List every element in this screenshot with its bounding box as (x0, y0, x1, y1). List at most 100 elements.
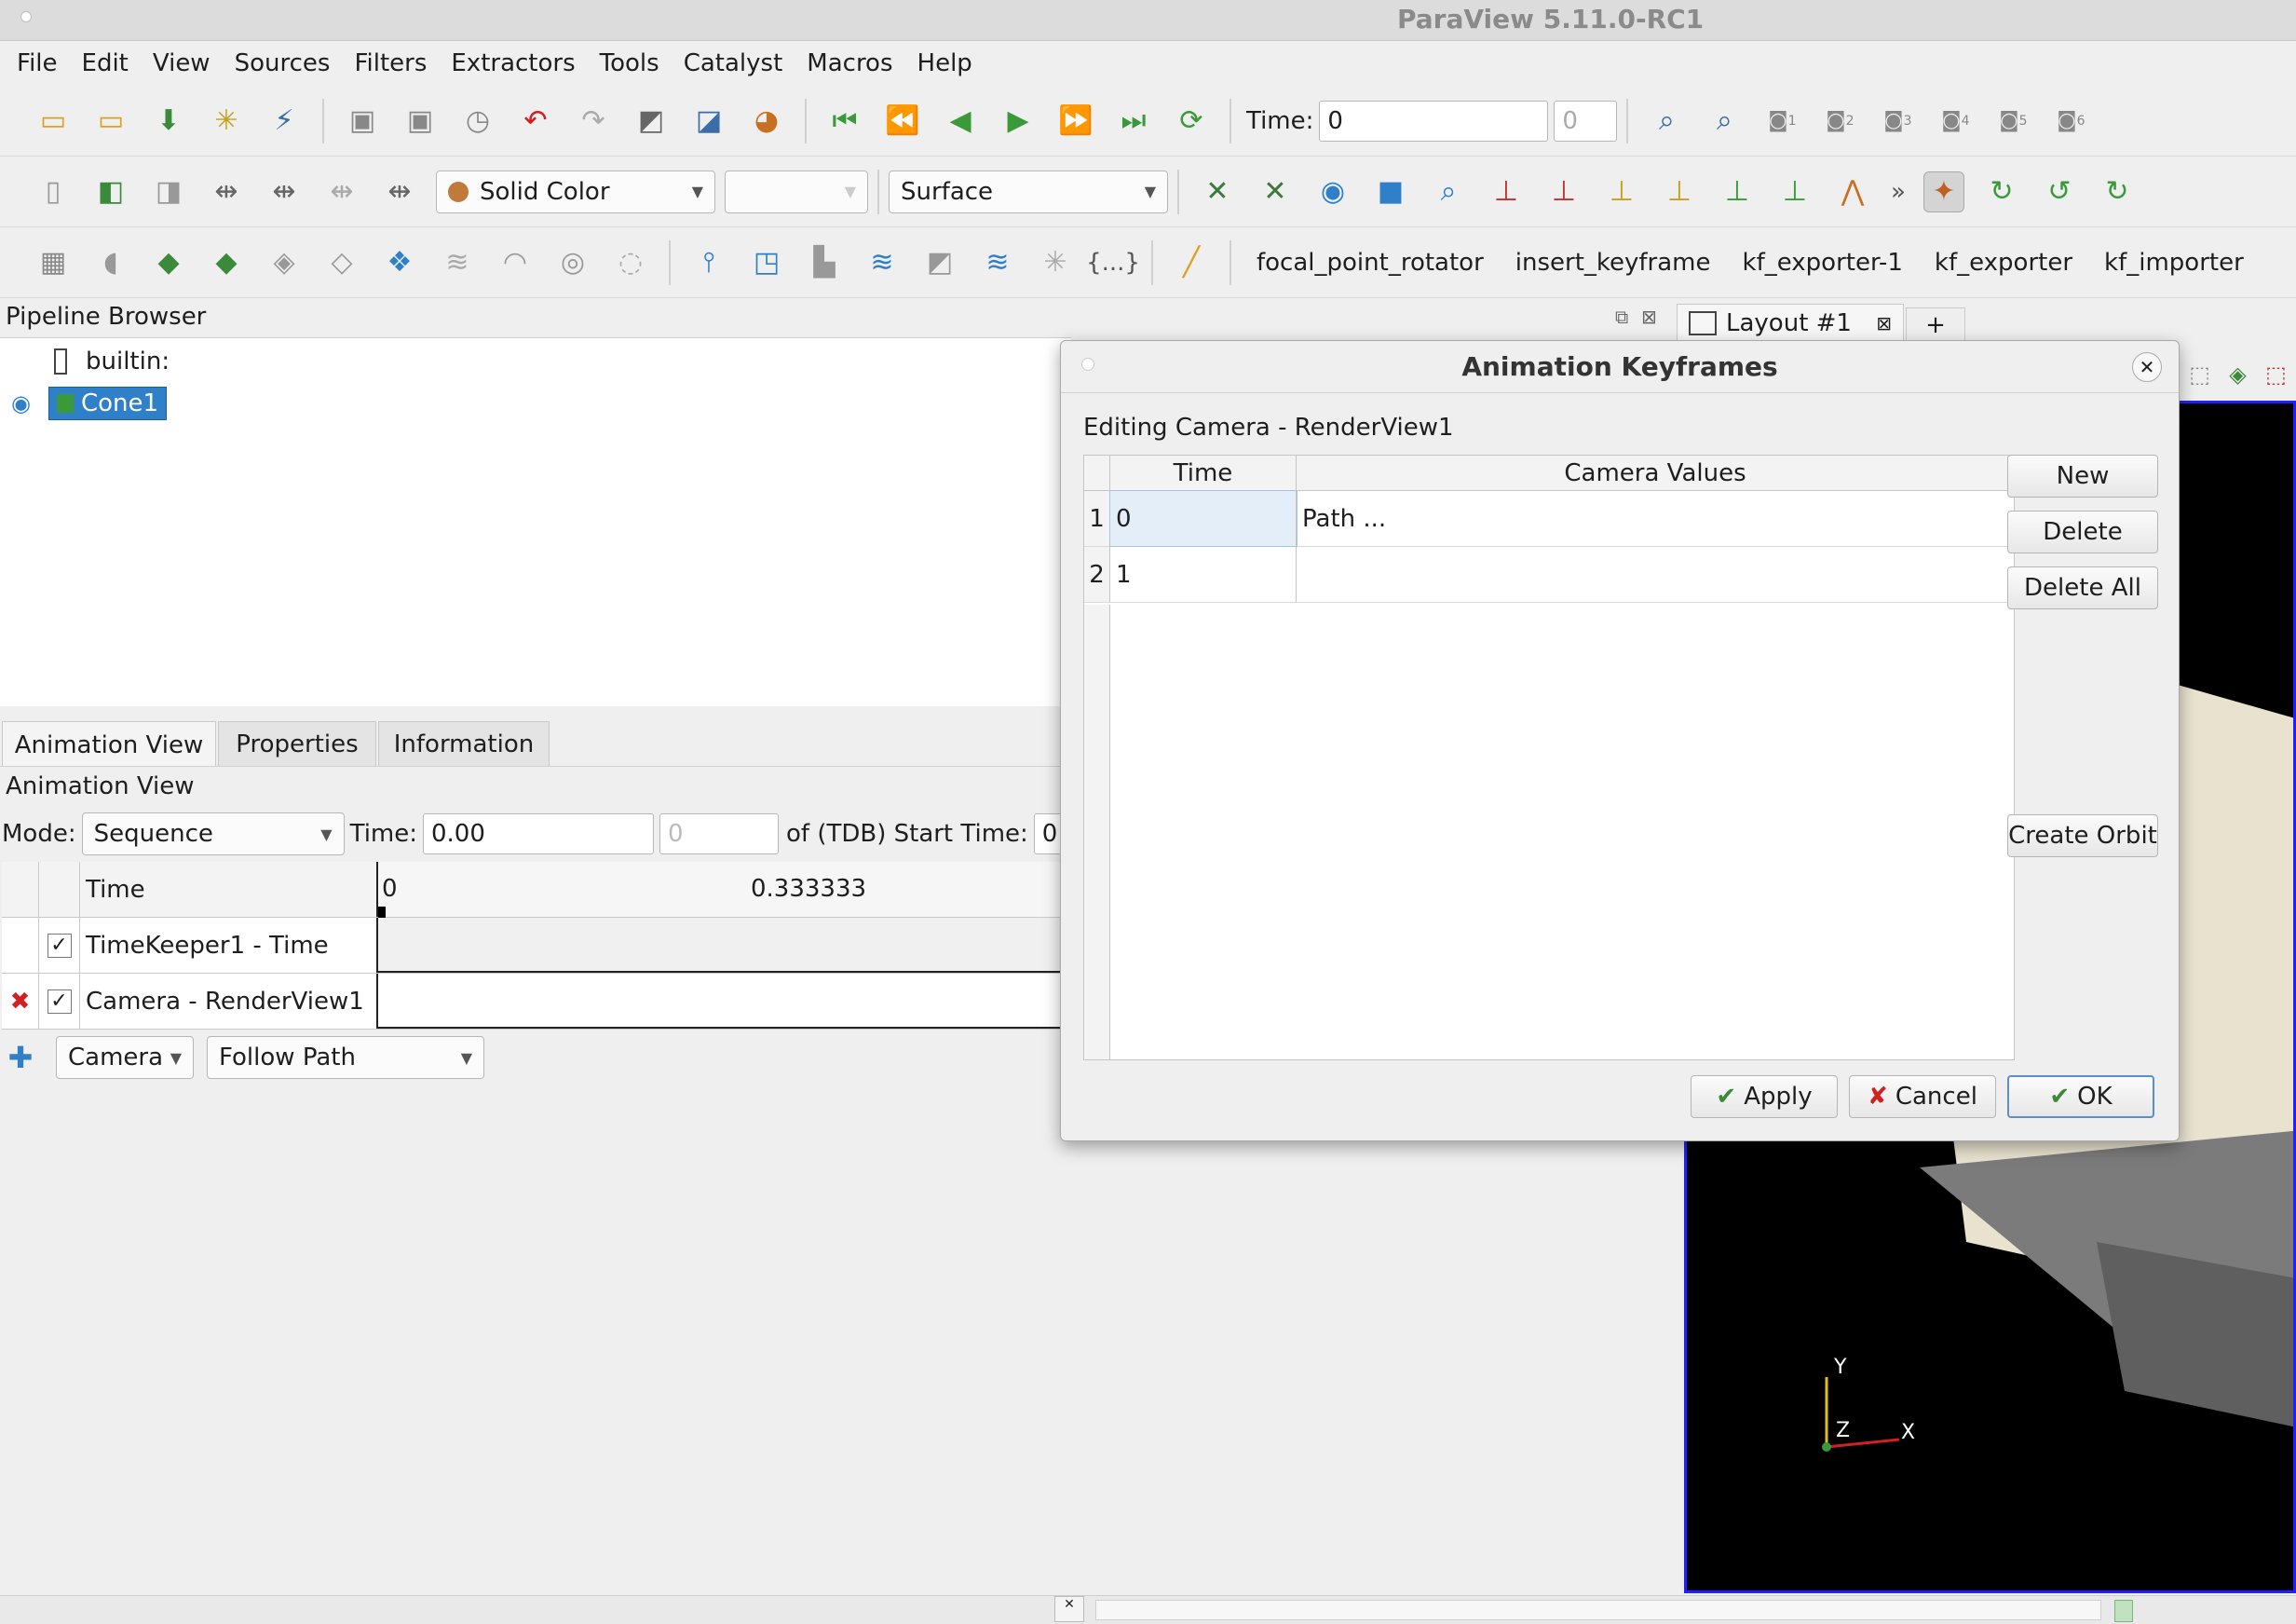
rescale-temporal-icon[interactable]: ⇹ (379, 171, 420, 212)
keyframe-row[interactable]: 1 0 Path ... (1084, 490, 2014, 547)
track-property-dropdown[interactable]: Follow Path ▼ (207, 1036, 484, 1079)
component-dropdown[interactable]: ▼ (725, 170, 868, 213)
redo-icon[interactable]: ↷ (573, 101, 614, 142)
menu-edit[interactable]: Edit (82, 49, 129, 77)
extract-level-icon[interactable]: ◌ (610, 242, 651, 283)
create-orbit-button[interactable]: Create Orbit (2007, 814, 2158, 857)
view-minus-y-icon[interactable]: ⊥ (1659, 171, 1700, 212)
tab-properties[interactable]: Properties (218, 721, 376, 768)
palette-icon[interactable]: ◕ (746, 101, 787, 142)
camera-redo-icon[interactable]: ◪ (688, 101, 729, 142)
close-tab-icon[interactable]: ⊠ (1876, 312, 1892, 334)
plot-data-icon[interactable]: ≋ (977, 242, 1018, 283)
track-timeline[interactable] (378, 974, 1064, 1029)
probe-icon[interactable]: ⫯ (688, 242, 729, 283)
view-plus-y-icon[interactable]: ⊥ (1601, 171, 1642, 212)
open-folder-icon[interactable]: ▭ (33, 101, 74, 142)
representation-dropdown[interactable]: Surface ▼ (889, 170, 1168, 213)
camera-undo-icon[interactable]: ◩ (631, 101, 672, 142)
camera-position-3-icon[interactable]: ◙ 3 (1877, 101, 1918, 142)
camera-position-6-icon[interactable]: ◙ 6 (2050, 101, 2091, 142)
warp-icon[interactable]: ◠ (495, 242, 536, 283)
undo-icon[interactable]: ↶ (515, 101, 556, 142)
menu-filters[interactable]: Filters (354, 49, 427, 77)
zoom-to-box-icon[interactable]: ⌕ (1428, 171, 1469, 212)
isometric-view-icon[interactable]: ⋀ (1832, 171, 1873, 212)
save-state-icon[interactable]: ▣ (342, 101, 383, 142)
coloring-dropdown[interactable]: Solid Color ▼ (436, 170, 715, 213)
pipeline-item-cone1[interactable]: Cone1 (48, 387, 168, 420)
timeline-ruler[interactable]: 0 0.333333 (378, 862, 1064, 918)
calculator-small-icon[interactable]: ▯ (33, 171, 74, 212)
reset-camera-icon[interactable]: ✕ (1197, 171, 1238, 212)
zoom-closest-icon[interactable]: ⌕ (1704, 101, 1745, 142)
animation-time-spinbox[interactable]: 0 (659, 813, 779, 854)
menu-catalyst[interactable]: Catalyst (684, 49, 783, 77)
animation-time-input[interactable]: 0.00 (423, 813, 654, 854)
glyph-icon[interactable]: ❖ (379, 242, 420, 283)
mode-dropdown[interactable]: Sequence ▼ (81, 812, 345, 855)
first-frame-icon[interactable]: ⏮ (824, 101, 865, 142)
last-frame-icon[interactable]: ⏭ (1113, 101, 1154, 142)
menu-view[interactable]: View (153, 49, 211, 77)
view-plus-x-icon[interactable]: ⊥ (1486, 171, 1527, 212)
float-panel-icon[interactable]: ⧉ (1615, 306, 1628, 328)
dialog-close-icon[interactable]: ✕ (2132, 352, 2162, 382)
macro-kf-exporter[interactable]: kf_exporter (1935, 249, 2072, 277)
threshold-icon[interactable]: ◈ (264, 242, 305, 283)
view-toggle-icon[interactable]: ◈ (2229, 362, 2246, 388)
menu-help[interactable]: Help (917, 49, 972, 77)
python-calculator-icon[interactable]: ◩ (919, 242, 960, 283)
macro-kf-importer[interactable]: kf_importer (2104, 249, 2244, 277)
zoom-data-icon[interactable]: ⌕ (1646, 101, 1687, 142)
time-marker[interactable] (378, 907, 386, 918)
clip-icon[interactable]: ◆ (148, 242, 189, 283)
add-layout-button[interactable]: + (1906, 307, 1965, 343)
calculator-icon[interactable]: ▦ (33, 242, 74, 283)
python-script-icon[interactable]: {...} (1086, 242, 1140, 283)
menu-tools[interactable]: Tools (600, 49, 659, 77)
column-time[interactable]: Time (1110, 456, 1297, 490)
eye-visibility-icon[interactable]: ◉ (11, 390, 31, 416)
add-track-icon[interactable]: ✚ (2, 1030, 39, 1085)
tab-information[interactable]: Information (378, 721, 550, 768)
menu-sources[interactable]: Sources (235, 49, 331, 77)
play-icon[interactable]: ▶ (998, 101, 1039, 142)
group-datasets-icon[interactable]: ◎ (552, 242, 593, 283)
stream-tracer-icon[interactable]: ≋ (437, 242, 478, 283)
rotate-minus-90-icon[interactable]: ↺ (2039, 171, 2080, 212)
contour-icon[interactable]: ◖ (90, 242, 131, 283)
tab-animation-view[interactable]: Animation View (2, 721, 216, 768)
camera-position-1-icon[interactable]: ◙ 1 (1761, 101, 1802, 142)
keyframe-time-cell[interactable]: 1 (1110, 547, 1297, 602)
status-close-icon[interactable]: ✕ (1054, 1596, 1084, 1622)
auto-apply-icon[interactable]: ◷ (457, 101, 498, 142)
delete-keyframe-button[interactable]: Delete (2007, 511, 2158, 553)
keyframe-value-cell[interactable]: Path ... (1297, 505, 2014, 533)
menu-extractors[interactable]: Extractors (451, 49, 575, 77)
disconnect-icon[interactable]: ⚡ (264, 101, 305, 142)
next-frame-icon[interactable]: ⏩ (1055, 101, 1096, 142)
macro-kf-exporter-1[interactable]: kf_exporter-1 (1743, 249, 1903, 277)
camera-position-2-icon[interactable]: ◙ 2 (1819, 101, 1860, 142)
track-timeline[interactable] (378, 918, 1064, 973)
column-camera-values[interactable]: Camera Values (1297, 456, 2014, 490)
view-plus-z-icon[interactable]: ⊥ (1717, 171, 1758, 212)
load-state-icon[interactable]: ▣ (400, 101, 441, 142)
time-input[interactable]: 0 (1319, 100, 1549, 142)
camera-position-5-icon[interactable]: ◙ 5 (1992, 101, 2033, 142)
menu-file[interactable]: File (17, 49, 58, 77)
track-enable-checkbox[interactable]: ✓ (47, 989, 72, 1014)
download-icon[interactable]: ⬇ (148, 101, 189, 142)
more-tools-icon[interactable]: » (1891, 178, 1906, 206)
globe-icon[interactable]: ◉ (1312, 171, 1353, 212)
reverse-play-icon[interactable]: ◀ (940, 101, 981, 142)
window-menu-icon[interactable] (20, 11, 32, 22)
layout-tab[interactable]: Layout #1 ⊠ (1677, 304, 1904, 343)
keyframe-time-cell[interactable]: 0 (1109, 490, 1297, 547)
connect-icon[interactable]: ✳ (206, 101, 247, 142)
rescale-custom-icon[interactable]: ⇹ (206, 171, 247, 212)
rescale-visible-icon[interactable]: ⇹ (321, 171, 362, 212)
pipeline-item-builtin[interactable]: builtin: (54, 348, 170, 375)
new-keyframe-button[interactable]: New (2007, 455, 2158, 498)
